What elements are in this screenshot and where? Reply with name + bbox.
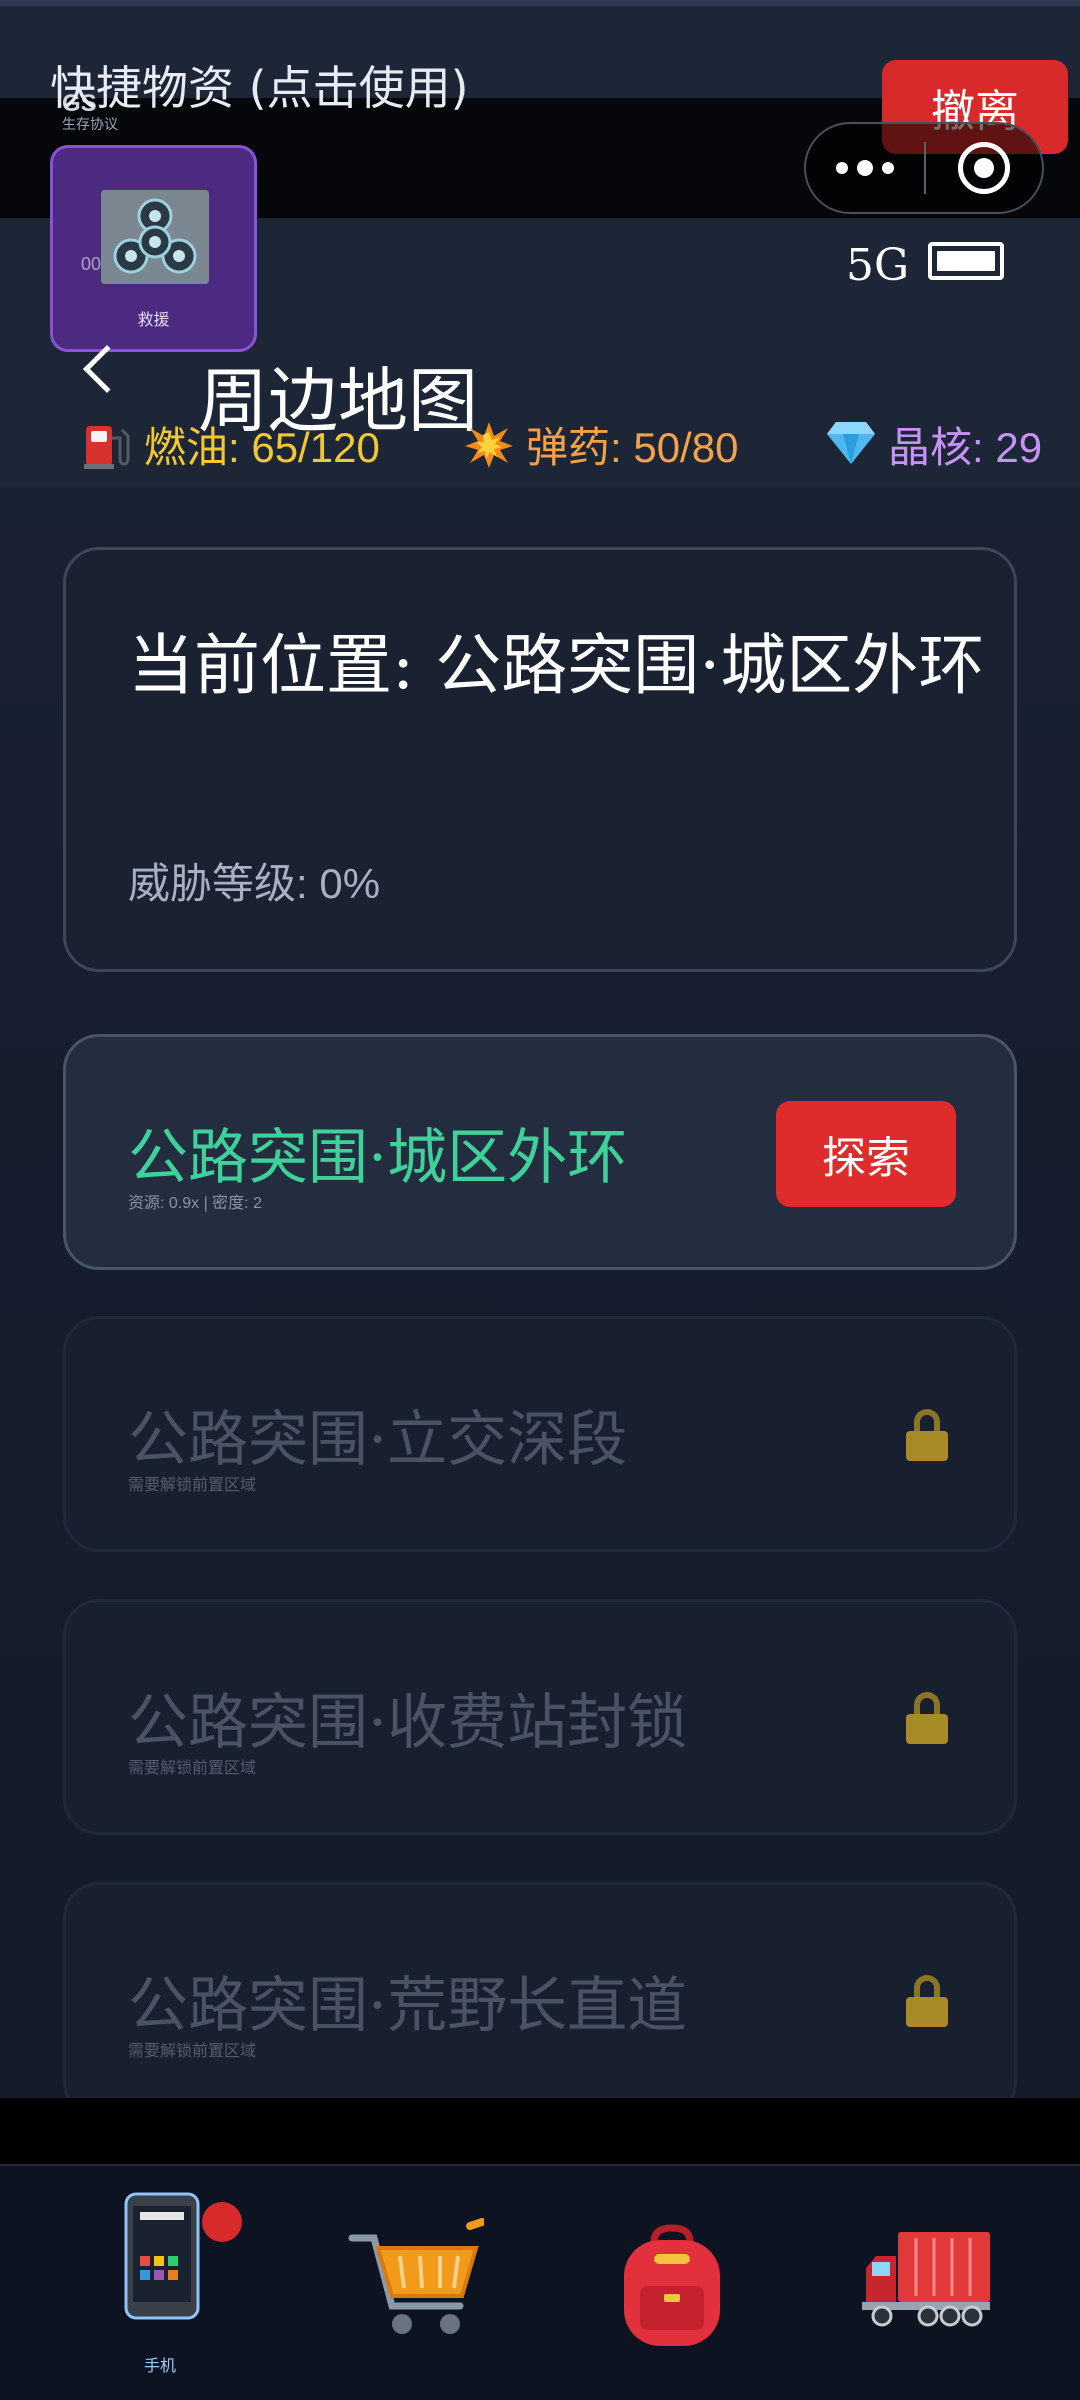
mini-program-capsule: [804, 122, 1044, 214]
shopping-cart-icon: [348, 2218, 486, 2349]
gem-icon: [826, 420, 875, 470]
phone-icon: [124, 2192, 200, 2325]
network-indicator: 5G: [846, 240, 910, 291]
truck-icon: [862, 2228, 992, 2333]
backpack-icon: [620, 2224, 724, 2353]
locked-area-card: 公路突围·立交深段 需要解锁前置区域: [63, 1316, 1017, 1552]
nav-separator: [0, 2098, 1080, 2164]
nav-shop[interactable]: [336, 2184, 496, 2384]
locked-area-card: 公路突围·荒野长直道 需要解锁前置区域: [63, 1882, 1017, 2118]
area-name: 公路突围·荒野长直道: [128, 1971, 688, 2041]
quick-supplies-label: 快捷物资 (点击使用): [50, 61, 469, 115]
notification-badge: [202, 2202, 242, 2242]
top-edge: [0, 0, 1080, 6]
fuel-text: 燃油: 65/120: [144, 424, 380, 471]
bottom-nav: 手机: [0, 2164, 1080, 2400]
ammo-stat: 弹药: 50/80: [464, 414, 738, 475]
current-location-card: 当前位置: 公路突围·城区外环 威胁等级: 0%: [63, 547, 1017, 972]
nav-truck[interactable]: [856, 2184, 1016, 2384]
rescue-item-slot[interactable]: 00 救援: [50, 145, 257, 352]
battery-icon: [928, 242, 1004, 280]
area-name: 公路突围·城区外环: [128, 1123, 628, 1193]
area-meta: 需要解锁前置区域: [128, 1477, 257, 1494]
more-icon[interactable]: [806, 124, 924, 212]
explore-button[interactable]: 探索: [776, 1101, 956, 1207]
area-meta: 需要解锁前置区域: [128, 1760, 257, 1777]
nav-backpack[interactable]: [592, 2184, 752, 2384]
area-name: 公路突围·立交深段: [128, 1405, 628, 1475]
lock-icon: [906, 1975, 948, 2027]
ammo-text: 弹药: 50/80: [526, 424, 739, 471]
core-text: 晶核: 29: [888, 424, 1043, 471]
core-stat: 晶核: 29: [826, 414, 1042, 475]
rescue-count: 00: [81, 254, 102, 274]
fuel-stat: 燃油: 65/120: [82, 414, 380, 475]
fidget-spinner-icon: [101, 190, 209, 284]
threat-level: 威胁等级: 0%: [128, 860, 381, 907]
screen: GS 生存协议 快捷物资 (点击使用) 撤离 00 救援 5G 周边地图 燃油:…: [0, 0, 1080, 2400]
explosion-icon: [464, 420, 513, 470]
lock-icon: [906, 1409, 948, 1461]
close-mini-program-icon[interactable]: [926, 142, 1042, 194]
locked-area-card: 公路突围·收费站封锁 需要解锁前置区域: [63, 1599, 1017, 1835]
area-name: 公路突围·收费站封锁: [128, 1688, 688, 1758]
current-location-title: 当前位置: 公路突围·城区外环: [128, 627, 985, 704]
area-meta: 资源: 0.9x | 密度: 2: [128, 1195, 262, 1212]
area-card[interactable]: 公路突围·城区外环 资源: 0.9x | 密度: 2 探索: [63, 1034, 1017, 1270]
nav-phone[interactable]: 手机: [80, 2184, 242, 2384]
lock-icon: [906, 1692, 948, 1744]
fuel-pump-icon: [82, 420, 130, 470]
rescue-label: 救援: [137, 312, 170, 329]
area-meta: 需要解锁前置区域: [128, 2043, 257, 2060]
nav-label: 手机: [143, 2358, 176, 2375]
